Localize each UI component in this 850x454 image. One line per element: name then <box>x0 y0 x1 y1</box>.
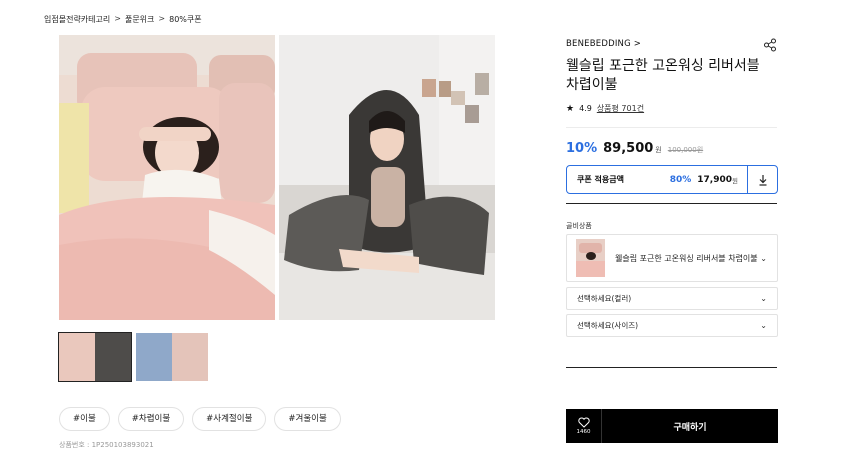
wishlist-count: 1460 <box>576 429 591 435</box>
option-thumbnail <box>576 239 605 277</box>
divider <box>566 367 777 368</box>
thumbnail-image <box>172 333 208 381</box>
chevron-down-icon: ⌄ <box>760 294 767 303</box>
option-product-item[interactable]: 웰슬립 포근한 고온워싱 리버서블 차렵이불 ⌄ <box>566 234 778 282</box>
brand-link[interactable]: BENEBEDDING > <box>566 39 641 49</box>
coupon-box: 쿠폰 적용금액 80% 17,900 원 <box>566 165 778 194</box>
size-select-placeholder: 선택하세요(사이즈) <box>577 321 639 330</box>
color-select-placeholder: 선택하세요(컬러) <box>577 294 632 303</box>
original-price: 100,000원 <box>667 146 704 154</box>
breadcrumb-item[interactable]: 80%쿠폰 <box>169 14 202 25</box>
download-icon[interactable] <box>747 166 777 193</box>
size-select[interactable]: 선택하세요(사이즈) ⌄ <box>566 314 778 337</box>
product-title: 웰슬립 포근한 고온워싱 리버서블 차렵이불 <box>566 58 760 93</box>
tag-chip[interactable]: #겨울이불 <box>274 407 341 431</box>
coupon-label: 쿠폰 적용금액 <box>577 175 624 184</box>
breadcrumb-item[interactable]: 풀문위크 <box>125 14 154 25</box>
purchase-bar: 1460 구매하기 <box>566 409 778 443</box>
tag-chip[interactable]: #차렵이불 <box>117 407 185 431</box>
product-image-main <box>59 35 275 320</box>
heart-icon <box>577 417 590 428</box>
divider <box>566 127 777 128</box>
option-section-label: 골비상품 <box>566 222 592 230</box>
thumbnail-2[interactable] <box>136 333 208 381</box>
breadcrumb-separator: > <box>158 14 166 23</box>
rating-score: 4.9 <box>579 104 592 113</box>
breadcrumb-item[interactable]: 입점몰전략카테고리 <box>44 14 110 25</box>
tag-list: #이불 #차렵이불 #사계절이불 #겨울이불 <box>59 407 341 431</box>
breadcrumb-separator: > <box>114 14 121 23</box>
star-icon: ★ <box>566 103 575 114</box>
tag-chip[interactable]: #이불 <box>59 407 110 431</box>
thumbnail-image <box>95 333 131 381</box>
price-unit: 원 <box>655 146 662 154</box>
product-image-second <box>279 35 495 320</box>
divider <box>566 203 777 204</box>
coupon-unit: 원 <box>732 176 738 185</box>
breadcrumb: 입점몰전략카테고리 > 풀문위크 > 80%쿠폰 <box>44 14 202 25</box>
coupon-percent: 80% <box>669 174 692 185</box>
price-row: 10% 89,500 원 100,000원 <box>566 141 703 156</box>
chevron-down-icon: ⌄ <box>760 321 767 330</box>
thumbnail-image <box>59 333 95 381</box>
review-count-link[interactable]: 상품평 701건 <box>597 103 644 114</box>
product-code: 상품번호 : 1P250103893021 <box>59 441 154 449</box>
discount-rate: 10% <box>566 141 598 156</box>
tag-chip[interactable]: #사계절이불 <box>192 407 267 431</box>
color-select[interactable]: 선택하세요(컬러) ⌄ <box>566 287 778 310</box>
sale-price: 89,500 <box>603 141 654 156</box>
wishlist-button[interactable]: 1460 <box>566 409 602 443</box>
rating: ★ 4.9 상품평 701건 <box>566 103 644 114</box>
buy-button[interactable]: 구매하기 <box>602 420 778 433</box>
chevron-down-icon: ⌄ <box>760 253 767 263</box>
thumbnail-1[interactable] <box>58 332 132 382</box>
thumbnail-image <box>136 333 172 381</box>
coupon-price: 17,900 <box>697 174 733 185</box>
share-icon[interactable] <box>763 37 777 52</box>
option-item-name: 웰슬립 포근한 고온워싱 리버서블 차렵이불 <box>615 253 758 263</box>
